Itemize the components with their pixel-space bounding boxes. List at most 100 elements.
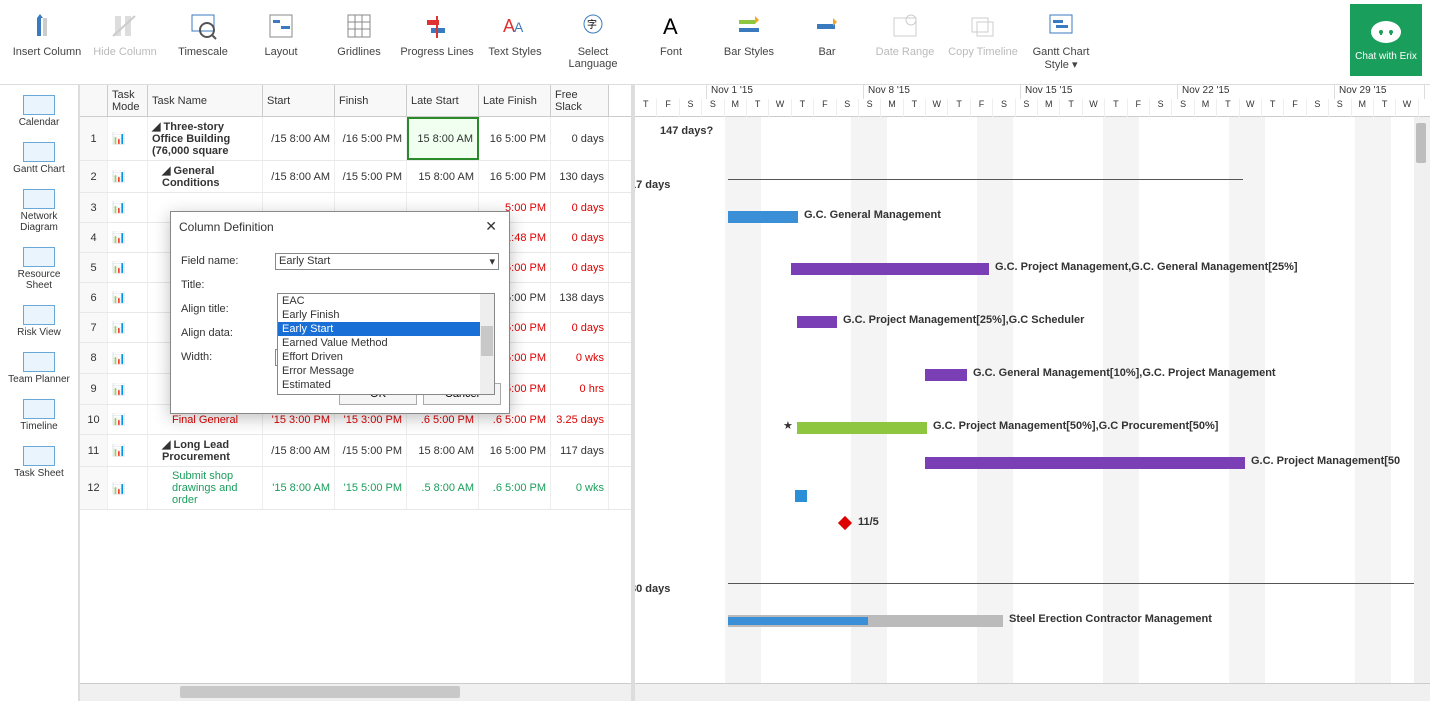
ribbon-insert-column[interactable]: Insert Column (8, 4, 86, 79)
gantt-bar[interactable]: Steel Erection Contractor Management (728, 615, 1003, 627)
sidebar-item-task-sheet[interactable]: Task Sheet (7, 442, 71, 483)
dialog-titlebar[interactable]: Column Definition ✕ (171, 212, 509, 241)
free-slack-cell[interactable]: 0 wks (551, 467, 609, 509)
gantt-summary-bar (728, 583, 1418, 584)
table-row[interactable]: 1📊◢ Three-story Office Building (76,000 … (80, 117, 631, 161)
dropdown-option[interactable]: Early Finish (278, 308, 494, 322)
sidebar-item-network-diagram[interactable]: Network Diagram (7, 185, 71, 237)
dropdown-option[interactable]: Effort Driven (278, 350, 494, 364)
task-mode-icon: 📊 (108, 193, 148, 222)
dropdown-option[interactable]: Error Message (278, 364, 494, 378)
ribbon-gridlines[interactable]: Gridlines (320, 4, 398, 79)
sidebar-item-risk-view[interactable]: Risk View (7, 301, 71, 342)
free-slack-cell[interactable]: 0 days (551, 223, 609, 252)
task-name-cell[interactable]: Submit shop drawings and order (148, 467, 263, 509)
free-slack-cell[interactable]: 0 days (551, 193, 609, 222)
free-slack-cell[interactable]: 130 days (551, 161, 609, 192)
task-name-cell[interactable]: ◢ General Conditions (148, 161, 263, 192)
sidebar-item-calendar[interactable]: Calendar (7, 91, 71, 132)
late-start-cell[interactable]: .5 8:00 AM (407, 467, 479, 509)
gantt-bar[interactable]: G.C. Project Management[25%],G.C Schedul… (797, 316, 837, 328)
free-slack-cell[interactable]: 117 days (551, 435, 609, 466)
dropdown-option[interactable]: Estimated (278, 378, 494, 392)
dropdown-scrollbar[interactable] (480, 294, 494, 394)
ribbon-select-language[interactable]: 字Select Language (554, 4, 632, 79)
ribbon-font[interactable]: AFont (632, 4, 710, 79)
ribbon-bar-styles[interactable]: Bar Styles (710, 4, 788, 79)
table-row[interactable]: 11📊◢ Long Lead Procurement/15 8:00 AM/15… (80, 435, 631, 467)
col-task-mode[interactable]: Task Mode (108, 85, 148, 116)
gantt-bar[interactable]: G.C. Project Management[50 (925, 457, 1245, 469)
col-late-start[interactable]: Late Start (407, 85, 479, 116)
day-header: S (1307, 99, 1329, 117)
col-finish[interactable]: Finish (335, 85, 407, 116)
col-rownum[interactable] (80, 85, 108, 116)
gantt-vscroll[interactable] (1414, 117, 1430, 683)
late-finish-cell[interactable]: 16 5:00 PM (479, 435, 551, 466)
ribbon-gantt-style[interactable]: Gantt Chart Style ▾ (1022, 4, 1100, 79)
ribbon-text-styles[interactable]: AAText Styles (476, 4, 554, 79)
ribbon-label: Date Range (876, 46, 935, 58)
col-start[interactable]: Start (263, 85, 335, 116)
sidebar-item-gantt-chart[interactable]: Gantt Chart (7, 138, 71, 179)
start-cell[interactable]: /15 8:00 AM (263, 117, 335, 160)
late-start-cell[interactable]: 15 8:00 AM (407, 435, 479, 466)
sidebar-item-team-planner[interactable]: Team Planner (7, 348, 71, 389)
ribbon-progress-lines[interactable]: Progress Lines (398, 4, 476, 79)
close-icon[interactable]: ✕ (481, 218, 501, 235)
late-finish-cell[interactable]: 16 5:00 PM (479, 161, 551, 192)
ribbon-label: Copy Timeline (948, 46, 1018, 58)
gantt-body[interactable]: 147 days?17 daysG.C. General ManagementG… (635, 117, 1430, 683)
task-name-cell[interactable]: ◢ Long Lead Procurement (148, 435, 263, 466)
late-start-cell[interactable]: 15 8:00 AM (407, 117, 479, 160)
sidebar-item-timeline[interactable]: Timeline (7, 395, 71, 436)
task-mode-icon: 📊 (108, 313, 148, 342)
free-slack-cell[interactable]: 0 days (551, 313, 609, 342)
dropdown-option[interactable]: Early Start (278, 322, 494, 336)
late-finish-cell[interactable]: 16 5:00 PM (479, 117, 551, 160)
gantt-bar[interactable] (795, 490, 807, 502)
field-name-combo[interactable]: Early Start ▾ (275, 253, 499, 270)
gantt-bar[interactable]: G.C. Project Management,G.C. General Man… (791, 263, 989, 275)
start-cell[interactable]: /15 8:00 AM (263, 435, 335, 466)
free-slack-cell[interactable]: 3.25 days (551, 405, 609, 434)
gantt-summary-label: 30 days (635, 583, 670, 595)
free-slack-cell[interactable]: 138 days (551, 283, 609, 312)
gantt-bar[interactable]: ★G.C. Project Management[50%],G.C Procur… (797, 422, 927, 434)
free-slack-cell[interactable]: 0 hrs (551, 374, 609, 404)
ribbon-layout[interactable]: Layout (242, 4, 320, 79)
task-name-cell[interactable]: ◢ Three-story Office Building (76,000 sq… (148, 117, 263, 160)
day-header: T (635, 99, 657, 117)
finish-cell[interactable]: '15 5:00 PM (335, 467, 407, 509)
chat-with-erix-button[interactable]: Chat with Erix (1350, 4, 1422, 76)
gantt-bar[interactable]: G.C. General Management (728, 211, 798, 223)
col-task-name[interactable]: Task Name (148, 85, 263, 116)
finish-cell[interactable]: /15 5:00 PM (335, 435, 407, 466)
gantt-hscroll[interactable] (635, 683, 1430, 701)
start-cell[interactable]: /15 8:00 AM (263, 161, 335, 192)
gantt-bar[interactable]: G.C. General Management[10%],G.C. Projec… (925, 369, 967, 381)
field-name-dropdown[interactable]: EACEarly FinishEarly StartEarned Value M… (277, 293, 495, 395)
start-cell[interactable]: '15 8:00 AM (263, 467, 335, 509)
late-finish-cell[interactable]: .6 5:00 PM (479, 467, 551, 509)
ribbon-label: Bar Styles (724, 46, 774, 58)
finish-cell[interactable]: /16 5:00 PM (335, 117, 407, 160)
grid-hscroll[interactable] (80, 683, 631, 701)
free-slack-cell[interactable]: 0 days (551, 117, 609, 160)
ribbon-bar[interactable]: Bar (788, 4, 866, 79)
sidebar-item-resource-sheet[interactable]: Resource Sheet (7, 243, 71, 295)
dropdown-option[interactable]: External Task (278, 392, 494, 395)
col-free-slack[interactable]: Free Slack (551, 85, 609, 116)
dropdown-option[interactable]: Earned Value Method (278, 336, 494, 350)
free-slack-cell[interactable]: 0 wks (551, 343, 609, 373)
table-row[interactable]: 2📊◢ General Conditions/15 8:00 AM/15 5:0… (80, 161, 631, 193)
table-row[interactable]: 12📊Submit shop drawings and order'15 8:0… (80, 467, 631, 510)
free-slack-cell[interactable]: 0 days (551, 253, 609, 282)
ribbon-label: Insert Column (13, 46, 81, 58)
gantt-timescale[interactable]: Nov 1 '15Nov 8 '15Nov 15 '15Nov 22 '15No… (635, 85, 1430, 117)
finish-cell[interactable]: /15 5:00 PM (335, 161, 407, 192)
ribbon-timescale[interactable]: Timescale (164, 4, 242, 79)
late-start-cell[interactable]: 15 8:00 AM (407, 161, 479, 192)
dropdown-option[interactable]: EAC (278, 294, 494, 308)
col-late-finish[interactable]: Late Finish (479, 85, 551, 116)
